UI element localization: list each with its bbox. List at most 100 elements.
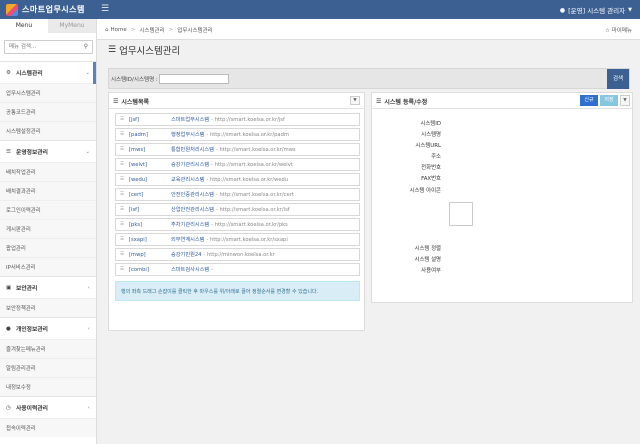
system-list-title: ☰ 시스템목록 — [113, 97, 149, 106]
sidebar-item[interactable]: 팝업관리 — [0, 238, 96, 257]
sidebar-item[interactable]: 보안정책관리 — [0, 298, 96, 317]
form-field-label: 시스템 설명 — [414, 257, 441, 263]
sidebar-tabs: Menu MyMenu — [0, 19, 96, 33]
system-row[interactable]: ☰ [sxapi] 외부연계시스템 - http://smart.koelsa.or.… — [115, 233, 360, 246]
system-name[interactable]: 주차기관리시스템 — [171, 221, 209, 228]
system-row[interactable]: ☰ [mwp] 승강기민원24- http://minwon.koelsa.or.k… — [115, 248, 360, 261]
system-row[interactable]: ☰ [combi] 스마트검사시스템 - — [115, 263, 360, 276]
sidebar-item[interactable]: IP서비스관리 — [0, 257, 96, 276]
system-name[interactable]: 산업안전관리시스템 — [171, 206, 214, 213]
system-name[interactable]: 외부연계시스템 — [171, 236, 204, 243]
new-button[interactable]: 신규 — [580, 95, 598, 106]
system-url: - http://smart.koelsa.or.kr/wedu — [206, 176, 289, 183]
chevron-down-icon[interactable]: ▼ — [620, 95, 630, 106]
collapse-button[interactable]: ▼ — [350, 96, 360, 105]
sidebar: Menu MyMenu ⚲ ⚙ 시스템관리 ⌄ 업무시스템관리공통코드관리시스템설정관… — [0, 19, 97, 444]
sidebar-item[interactable]: 업무시스템관리 — [0, 83, 96, 102]
system-icon-upload[interactable] — [449, 202, 473, 226]
sidebar-group-1[interactable]: ☰ 운영정보관리 ⌄ — [0, 140, 96, 162]
sidebar-item[interactable]: 공통코드관리 — [0, 102, 96, 121]
app-logo[interactable]: 스마트업무시스템 — [6, 3, 85, 16]
sidebar-item[interactable]: 게시판관리 — [0, 219, 96, 238]
system-row[interactable]: ☰ [pks] 주차기관리시스템 - http://smart.koelsa.or.k… — [115, 218, 360, 231]
system-name[interactable]: 안전인증관리시스템 — [171, 191, 214, 198]
system-url: - http://smart.koelsa.or.kr/isf — [215, 206, 290, 213]
drag-handle-icon[interactable]: ☰ — [119, 132, 125, 137]
sidebar-item[interactable]: 배치작업관리 — [0, 162, 96, 181]
system-url: - http://minwon.koelsa.or.kr — [203, 251, 275, 258]
drag-handle-icon[interactable]: ☰ — [119, 162, 125, 167]
system-name[interactable]: 스마트업무시스템 — [171, 116, 209, 123]
tab-mymenu[interactable]: MyMenu — [48, 19, 96, 33]
system-row[interactable]: ☰ [mws] 통합민원처리시스템 - http://smart.koelsa.or.… — [115, 143, 360, 156]
system-name[interactable]: 스마트검사시스템 — [171, 266, 209, 273]
search-icon[interactable]: ⚲ — [84, 43, 88, 50]
system-name[interactable]: 교육관리시스템 — [171, 176, 204, 183]
add-favorite-button[interactable]: ☆ 마이메뉴 — [605, 26, 632, 34]
drag-handle-icon[interactable]: ☰ — [119, 147, 125, 152]
system-url: - http://smart.koelsa.or.kr/padm — [206, 131, 289, 138]
drag-handle-icon[interactable]: ☰ — [119, 117, 125, 122]
system-name[interactable]: 승강기민원24 — [171, 251, 201, 258]
sidebar-item[interactable]: 접속이력관리 — [0, 418, 96, 437]
system-row[interactable]: ☰ [cert] 안전인증관리시스템 - http://smart.koelsa.or… — [115, 188, 360, 201]
sidebar-group-label: 사용이력관리 — [16, 406, 48, 412]
menu-toggle-icon[interactable]: ☰ — [101, 4, 109, 14]
star-icon: ☆ — [605, 28, 610, 34]
form-field-label: 전화번호 — [421, 165, 441, 171]
sidebar-item[interactable]: 시스템설정관리 — [0, 121, 96, 140]
breadcrumb-system[interactable]: 시스템관리 — [139, 26, 164, 34]
sidebar-group-0[interactable]: ⚙ 시스템관리 ⌄ — [0, 61, 96, 84]
sidebar-group-4[interactable]: ◷ 사용이력관리 ‹ — [0, 396, 96, 418]
drag-handle-icon[interactable]: ☰ — [119, 177, 125, 182]
system-row[interactable]: ☰ [isf] 산업안전관리시스템 - http://smart.koelsa.or.… — [115, 203, 360, 216]
user-menu[interactable]: ● [운영] 시스템 관리자 ▼ — [560, 5, 632, 16]
system-row[interactable]: ☰ [jsf] 스마트업무시스템 - http://smart.koelsa.or.k… — [115, 113, 360, 126]
sidebar-item[interactable]: 알림관리관리 — [0, 358, 96, 377]
system-code: [jsf] — [129, 116, 140, 123]
breadcrumb-bar: ⌂ Home > 시스템관리 > 업무시스템관리 ☆ 마이메뉴 — [97, 19, 640, 40]
form-field-label: 시스템 정렬 — [414, 246, 441, 252]
sidebar-item[interactable]: 즐겨찾는메뉴관리 — [0, 339, 96, 358]
drag-handle-icon[interactable]: ☰ — [119, 252, 125, 257]
sidebar-search: ⚲ — [0, 33, 96, 61]
sidebar-group-label: 개인정보관리 — [16, 327, 48, 333]
system-name[interactable]: 승강기관리시스템 — [171, 161, 209, 168]
save-button[interactable]: 저장 — [600, 95, 618, 106]
system-row[interactable]: ☰ [padm] 행정업무시스템 - http://smart.koelsa.or.k… — [115, 128, 360, 141]
system-search-input[interactable] — [159, 74, 229, 84]
breadcrumb-current: 업무시스템관리 — [177, 28, 213, 34]
system-name[interactable]: 행정업무시스템 — [171, 131, 204, 138]
search-button[interactable]: 검색 — [607, 69, 629, 89]
sidebar-item[interactable]: 로그인이력관리 — [0, 200, 96, 219]
list-icon: ☰ — [108, 45, 117, 55]
drag-handle-icon[interactable]: ☰ — [119, 192, 125, 197]
form-field-label: 사용여부 — [421, 268, 441, 274]
menu-search-input[interactable] — [4, 40, 93, 54]
breadcrumb: ⌂ Home > 시스템관리 > 업무시스템관리 — [105, 26, 213, 34]
sidebar-group-2[interactable]: ▣ 보안관리 ‹ — [0, 276, 96, 298]
form-field-label: 시스템ID — [420, 121, 441, 127]
drag-handle-icon[interactable]: ☰ — [119, 267, 125, 272]
form-field-label: 주소 — [431, 154, 441, 160]
tab-menu[interactable]: Menu — [0, 19, 48, 33]
sidebar-group-3[interactable]: ● 개인정보관리 ‹ — [0, 317, 96, 339]
breadcrumb-home[interactable]: Home — [111, 27, 127, 33]
sidebar-item[interactable]: 배치결과관리 — [0, 181, 96, 200]
sidebar-item[interactable]: 내정보수정 — [0, 377, 96, 396]
chevron-left-icon: ‹ — [87, 284, 90, 291]
system-name[interactable]: 통합민원처리시스템 — [171, 146, 214, 153]
chevron-down-icon: ▼ — [628, 7, 632, 13]
drag-handle-icon[interactable]: ☰ — [119, 207, 125, 212]
system-row[interactable]: ☰ [wedu] 교육관리시스템 - http://smart.koelsa.or.k… — [115, 173, 360, 186]
system-list: ☰ [jsf] 스마트업무시스템 - http://smart.koelsa.or.k… — [109, 109, 364, 276]
drag-handle-icon[interactable]: ☰ — [119, 237, 125, 242]
sidebar-menu: ⚙ 시스템관리 ⌄ 업무시스템관리 공통코드관리 시스템설정관리 ☰ 운영정보관리 ⌄ 배치작업관… — [0, 61, 96, 437]
system-row[interactable]: ☰ [welvt] 승강기관리시스템 - http://smart.koelsa.or… — [115, 158, 360, 171]
system-form-title: ☰ 시스템 등록/수정 — [376, 97, 427, 106]
drag-handle-icon[interactable]: ☰ — [119, 222, 125, 227]
system-code: [mwp] — [129, 251, 146, 258]
system-url: - http://smart.koelsa.or.kr/pks — [211, 221, 288, 228]
system-code: [combi] — [129, 266, 149, 273]
list-icon: ☰ — [113, 98, 119, 105]
